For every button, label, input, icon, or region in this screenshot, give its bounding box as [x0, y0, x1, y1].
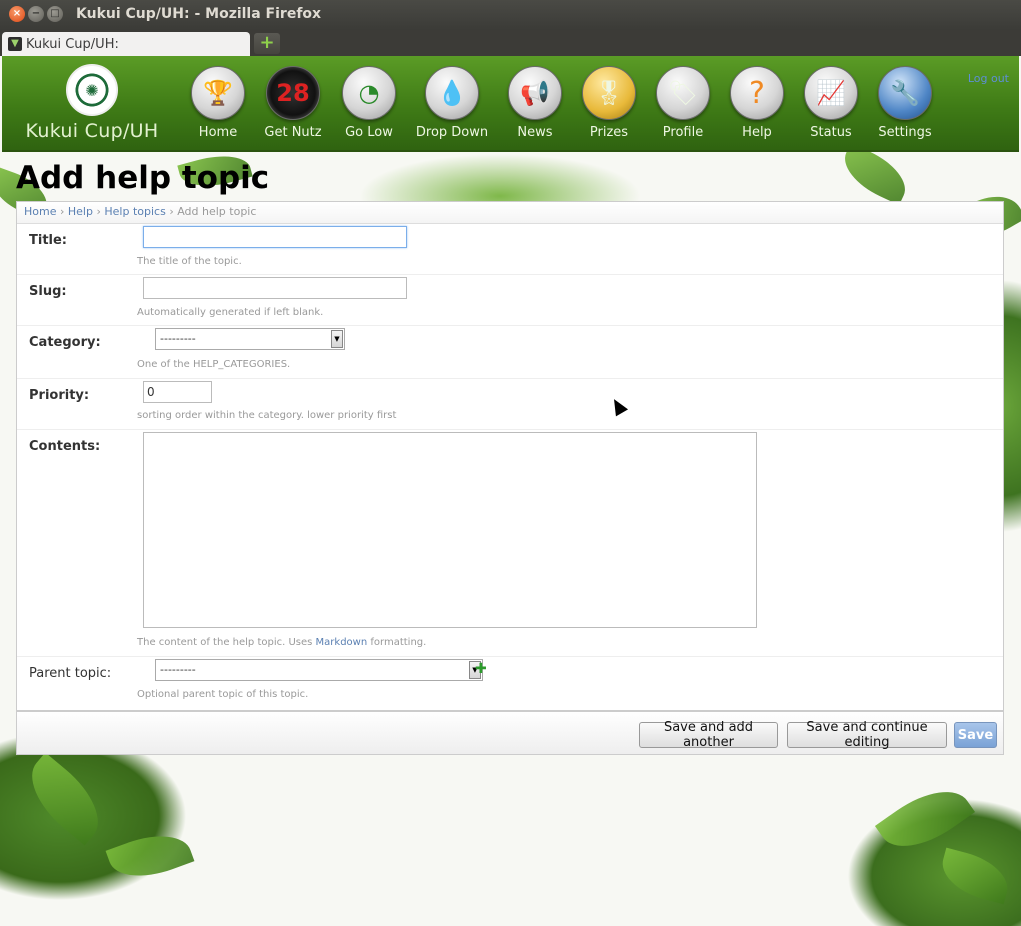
- contents-textarea[interactable]: [143, 432, 757, 628]
- contents-help: The content of the help topic. Uses Mark…: [137, 637, 426, 648]
- nav-status[interactable]: 📈 Status: [794, 66, 868, 140]
- nav-help[interactable]: ? Help: [720, 66, 794, 140]
- nav-drop-down[interactable]: 💧 Drop Down: [406, 66, 498, 140]
- maximize-window-icon[interactable]: □: [47, 6, 63, 22]
- leaf-decoration: [936, 847, 1014, 905]
- megaphone-icon: 📢: [508, 66, 562, 120]
- parent-topic-row: Parent topic: --------- ▼ ✚ Optional par…: [17, 657, 1003, 710]
- save-and-continue-button[interactable]: Save and continue editing: [787, 720, 947, 750]
- nav-label: Prizes: [589, 125, 629, 140]
- tab-strip: ▼ Kukui Cup/UH: +: [0, 30, 1021, 56]
- window-titlebar: × − □ Kukui Cup/UH: - Mozilla Firefox: [0, 0, 1021, 30]
- breadcrumb-separator: ›: [59, 205, 65, 218]
- chart-icon: 📈: [804, 66, 858, 120]
- favicon-icon: ▼: [8, 37, 22, 51]
- gauge-icon: ◔: [342, 66, 396, 120]
- form-container: Home › Help › Help topics › Add help top…: [16, 201, 1004, 711]
- add-parent-topic-icon[interactable]: ✚: [475, 661, 487, 677]
- parent-topic-label: Parent topic:: [29, 666, 112, 681]
- priority-input[interactable]: [143, 381, 212, 403]
- nav-label: Help: [742, 125, 772, 140]
- title-input[interactable]: [143, 226, 407, 248]
- nav-get-nutz[interactable]: 28 Get Nutz: [254, 66, 332, 140]
- ribbon-icon: 🎖: [582, 66, 636, 120]
- title-row: Title: The title of the topic.: [17, 224, 1003, 275]
- logout-link[interactable]: Log out: [968, 72, 1009, 85]
- nav-prizes[interactable]: 🎖 Prizes: [572, 66, 646, 140]
- breadcrumb-separator: ›: [169, 205, 174, 218]
- brand-name: Kukui Cup/UH: [25, 120, 159, 142]
- parent-topic-select[interactable]: --------- ▼: [155, 659, 483, 681]
- help-icon: ?: [730, 66, 784, 120]
- contents-help-text-end: formatting.: [370, 637, 427, 648]
- category-help: One of the HELP_CATEGORIES.: [137, 359, 291, 370]
- nav-label: News: [517, 125, 553, 140]
- submit-row: Save and add another Save and continue e…: [16, 711, 1004, 755]
- priority-row: Priority: sorting order within the categ…: [17, 379, 1003, 430]
- new-tab-button[interactable]: +: [254, 33, 280, 54]
- breadcrumb-current: Add help topic: [177, 205, 257, 218]
- wrench-icon: 🔧: [878, 66, 932, 120]
- category-selected-value: ---------: [160, 332, 196, 345]
- trophy-icon: 🏆: [191, 66, 245, 120]
- page-title: Add help topic: [16, 160, 270, 196]
- page-viewport: ✺ Kukui Cup/UH 🏆 Home 28 Get Nutz ◔ Go L…: [0, 56, 1021, 926]
- slug-row: Slug: Automatically generated if left bl…: [17, 275, 1003, 326]
- category-label: Category:: [29, 335, 101, 350]
- breadcrumb-help-topics[interactable]: Help topics: [104, 205, 165, 218]
- slug-help: Automatically generated if left blank.: [137, 307, 324, 318]
- slug-label: Slug:: [29, 284, 67, 299]
- parent-topic-selected-value: ---------: [160, 663, 196, 676]
- category-row: Category: --------- ▼ One of the HELP_CA…: [17, 326, 1003, 379]
- nav-settings[interactable]: 🔧 Settings: [868, 66, 942, 140]
- minimize-window-icon[interactable]: −: [28, 6, 44, 22]
- leaf-decoration: [105, 823, 195, 889]
- tab-label: Kukui Cup/UH:: [26, 36, 119, 52]
- window-title: Kukui Cup/UH: - Mozilla Firefox: [76, 6, 322, 22]
- priority-help: sorting order within the category. lower…: [137, 410, 397, 421]
- nav-items: 🏆 Home 28 Get Nutz ◔ Go Low 💧 Drop Down …: [182, 66, 942, 140]
- brand[interactable]: ✺ Kukui Cup/UH: [22, 64, 162, 142]
- nav-news[interactable]: 📢 News: [498, 66, 572, 140]
- save-button[interactable]: Save: [954, 722, 997, 748]
- breadcrumb-home[interactable]: Home: [24, 205, 56, 218]
- contents-row: Contents: The content of the help topic.…: [17, 430, 1003, 657]
- slug-input[interactable]: [143, 277, 407, 299]
- nav-label: Settings: [878, 125, 932, 140]
- profile-icon: 🏷: [656, 66, 710, 120]
- leaf-decoration: [874, 774, 976, 864]
- markdown-link[interactable]: Markdown: [316, 637, 368, 648]
- top-navigation: ✺ Kukui Cup/UH 🏆 Home 28 Get Nutz ◔ Go L…: [2, 56, 1019, 152]
- leaf-decoration: [835, 142, 915, 206]
- nav-profile[interactable]: 🏷 Profile: [646, 66, 720, 140]
- dropdown-arrow-icon: ▼: [331, 330, 343, 348]
- contents-label: Contents:: [29, 439, 101, 454]
- nav-label: Home: [198, 125, 238, 140]
- leaf-decoration: [15, 752, 115, 846]
- nav-label: Drop Down: [415, 125, 489, 140]
- university-seal-icon: ✺: [66, 64, 118, 116]
- title-label: Title:: [29, 233, 68, 248]
- category-select[interactable]: --------- ▼: [155, 328, 345, 350]
- nav-go-low[interactable]: ◔ Go Low: [332, 66, 406, 140]
- breadcrumb-separator: ›: [96, 205, 101, 218]
- save-and-add-another-button[interactable]: Save and add another: [639, 720, 778, 750]
- nav-label: Status: [810, 125, 852, 140]
- counter-icon: 28: [266, 66, 320, 120]
- breadcrumb: Home › Help › Help topics › Add help top…: [17, 202, 1003, 224]
- close-window-icon[interactable]: ×: [9, 6, 25, 22]
- contents-help-text: The content of the help topic. Uses: [137, 637, 313, 648]
- nav-home[interactable]: 🏆 Home: [182, 66, 254, 140]
- browser-tab[interactable]: ▼ Kukui Cup/UH:: [2, 32, 250, 56]
- nav-label: Go Low: [345, 125, 393, 140]
- priority-label: Priority:: [29, 388, 90, 403]
- nav-label: Get Nutz: [264, 125, 322, 140]
- nav-label: Profile: [662, 125, 704, 140]
- parent-topic-help: Optional parent topic of this topic.: [137, 689, 309, 700]
- title-help: The title of the topic.: [137, 256, 242, 267]
- breadcrumb-help[interactable]: Help: [68, 205, 93, 218]
- water-drop-icon: 💧: [425, 66, 479, 120]
